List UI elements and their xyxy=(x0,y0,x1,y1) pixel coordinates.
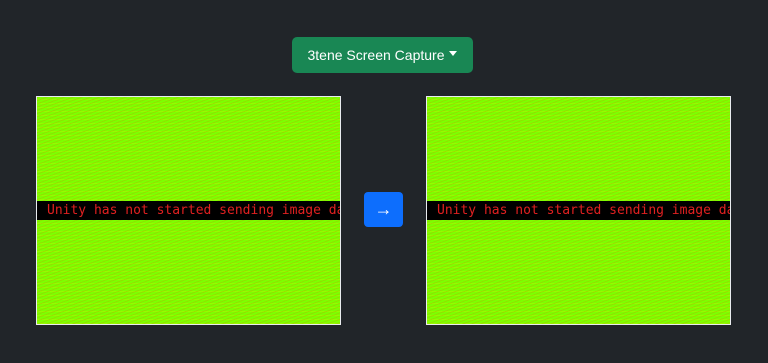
caret-down-icon xyxy=(449,50,458,56)
page: 3tene Screen Capture Unity has not start… xyxy=(0,0,768,363)
source-preview: Unity has not started sending image data… xyxy=(36,96,341,325)
output-preview-message: Unity has not started sending image data… xyxy=(427,201,730,220)
arrow-right-icon: → xyxy=(374,199,393,219)
apply-arrow-button[interactable]: → xyxy=(364,192,403,227)
capture-source-label: 3tene Screen Capture xyxy=(307,47,445,63)
output-preview: Unity has not started sending image data… xyxy=(426,96,731,325)
capture-source-dropdown[interactable]: 3tene Screen Capture xyxy=(292,37,473,73)
source-preview-message: Unity has not started sending image data… xyxy=(37,201,340,220)
